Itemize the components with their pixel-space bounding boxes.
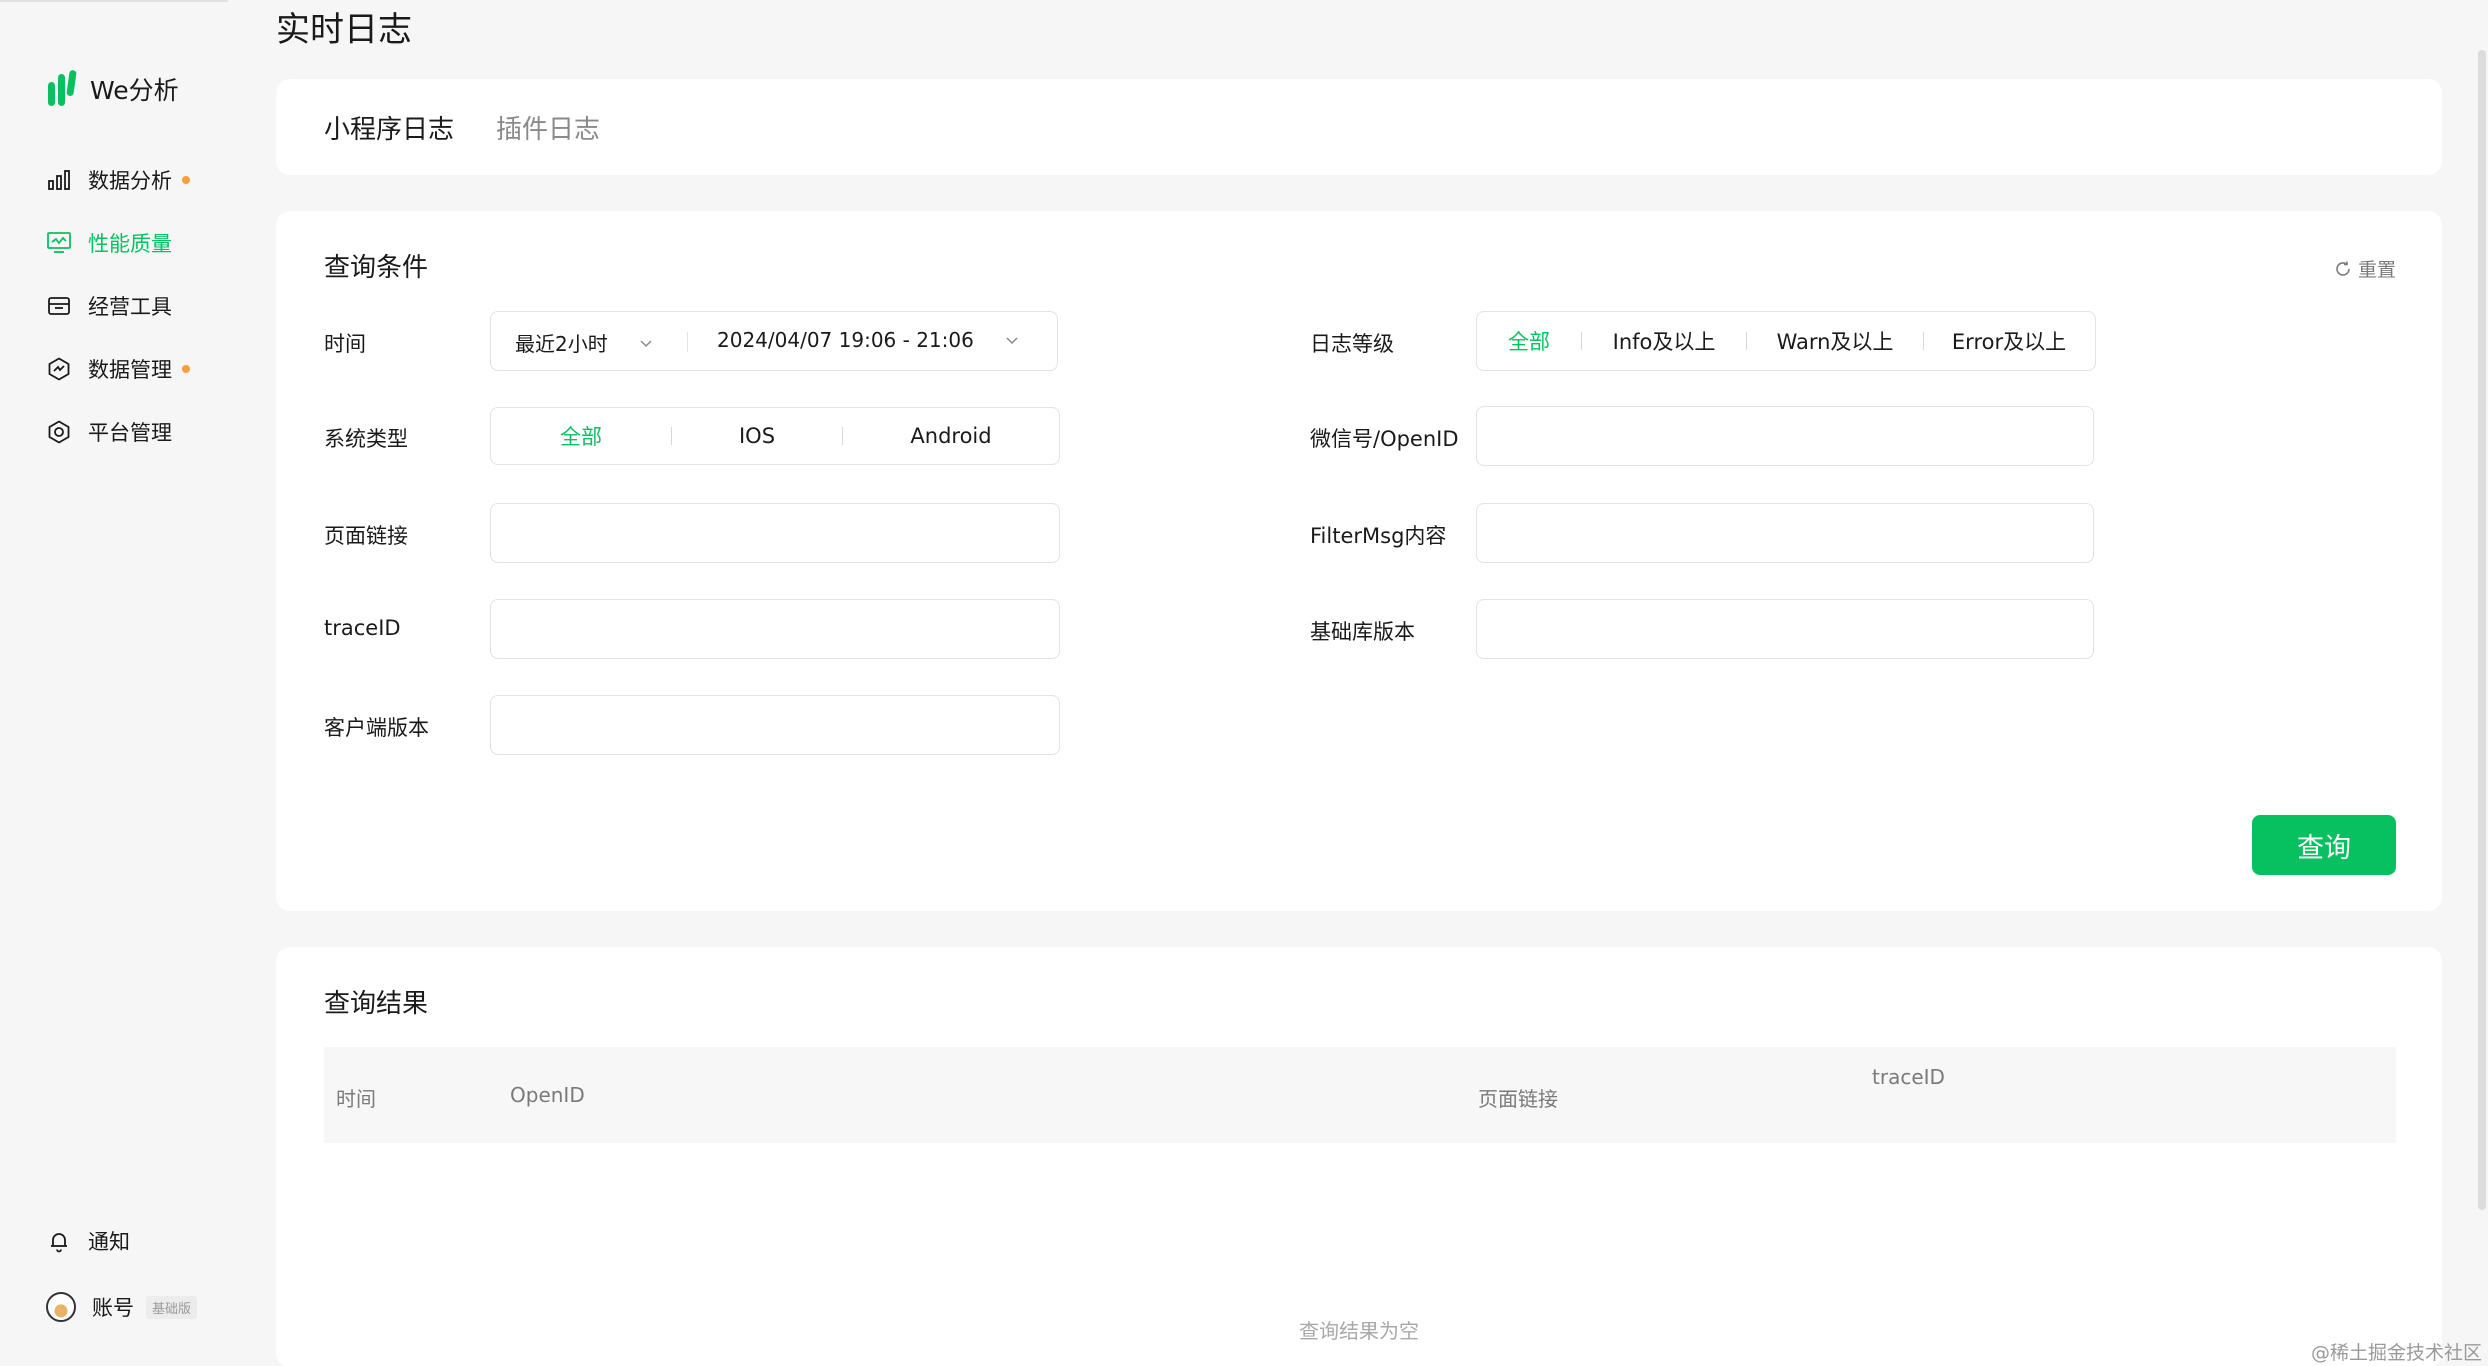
results-table-header: 时间 OpenID 页面链接 traceID xyxy=(324,1047,2396,1143)
client-version-input[interactable] xyxy=(491,696,1059,754)
trace-id-label: traceID xyxy=(324,616,401,640)
refresh-icon xyxy=(2336,261,2350,276)
notification-dot xyxy=(182,364,190,373)
log-level-option-all[interactable]: 全部 xyxy=(1477,326,1581,356)
wechat-openid-field-wrap xyxy=(1476,406,2094,466)
sidebar-item-platform-management[interactable]: 平台管理 xyxy=(46,400,190,463)
page-title: 实时日志 xyxy=(276,10,412,50)
sidebar-item-data-analysis[interactable]: 数据分析 xyxy=(46,148,190,211)
time-picker: 最近2小时 2024/04/07 19:06 - 21:06 xyxy=(490,311,1058,371)
sidebar: We分析 数据分析 性能质量 经营工具 数据管理 平台管理 通知 账号 基础版 xyxy=(0,0,240,1366)
trace-id-field-wrap xyxy=(490,599,1060,659)
wechat-openid-label: 微信号/OpenID xyxy=(1310,427,1459,451)
sidebar-item-business-tools[interactable]: 经营工具 xyxy=(46,274,190,337)
reset-button[interactable]: 重置 xyxy=(2334,255,2396,282)
query-conditions-card: 查询条件 重置 时间 最近2小时 2024/04/07 19:06 - 21:0… xyxy=(276,211,2442,911)
log-level-option-info[interactable]: Info及以上 xyxy=(1582,326,1746,356)
data-hexagon-icon xyxy=(46,356,72,382)
time-range-value: 最近2小时 xyxy=(515,332,608,356)
log-type-tabs: 小程序日志 插件日志 xyxy=(276,79,2442,175)
reset-label: 重置 xyxy=(2357,259,2396,281)
system-option-all[interactable]: 全部 xyxy=(491,421,671,451)
filter-msg-label: FilterMsg内容 xyxy=(1310,524,1447,548)
column-header-openid: OpenID xyxy=(510,1083,585,1107)
column-header-trace-id: traceID xyxy=(1872,1065,1945,1089)
sidebar-item-label: 数据分析 xyxy=(88,168,172,193)
log-level-option-error[interactable]: Error及以上 xyxy=(1924,326,2094,356)
sidebar-item-label: 经营工具 xyxy=(88,294,172,319)
log-level-segmented: 全部 Info及以上 Warn及以上 Error及以上 xyxy=(1476,311,2096,371)
tab-miniprogram-log[interactable]: 小程序日志 xyxy=(324,109,454,146)
column-header-page-link: 页面链接 xyxy=(1478,1087,1558,1111)
monitor-icon xyxy=(46,230,72,256)
sidebar-nav: 数据分析 性能质量 经营工具 数据管理 平台管理 xyxy=(46,148,190,463)
system-option-ios[interactable]: IOS xyxy=(672,424,842,448)
brand-logo[interactable]: We分析 xyxy=(46,70,179,108)
time-label: 时间 xyxy=(324,332,366,356)
chevron-down-icon xyxy=(640,339,652,347)
query-results-title: 查询结果 xyxy=(324,989,429,1019)
system-type-label: 系统类型 xyxy=(324,427,408,451)
brand-name: We分析 xyxy=(90,76,179,105)
bar-chart-icon xyxy=(46,167,72,193)
sidebar-item-label: 通知 xyxy=(88,1230,130,1254)
avatar xyxy=(46,1292,76,1322)
column-header-time: 时间 xyxy=(336,1087,376,1111)
sidebar-divider xyxy=(0,0,228,2)
trace-id-input[interactable] xyxy=(491,600,1059,658)
shop-icon xyxy=(46,293,72,319)
settings-hexagon-icon xyxy=(46,419,72,445)
page-link-field-wrap xyxy=(490,503,1060,563)
sidebar-item-label: 账号 xyxy=(92,1296,134,1320)
query-results-card: 查询结果 时间 OpenID 页面链接 traceID 查询结果为空 xyxy=(276,947,2442,1366)
log-level-label: 日志等级 xyxy=(1310,332,1394,356)
time-range-select[interactable]: 最近2小时 xyxy=(515,328,654,357)
sidebar-item-label: 性能质量 xyxy=(88,231,172,256)
we-analysis-logo-icon xyxy=(48,70,77,106)
account-tier-badge: 基础版 xyxy=(146,1295,198,1319)
sidebar-item-label: 平台管理 xyxy=(88,420,172,445)
wechat-openid-input[interactable] xyxy=(1477,407,2093,465)
client-version-field-wrap xyxy=(490,695,1060,755)
lib-version-label: 基础库版本 xyxy=(1310,620,1415,644)
page-scrollbar[interactable] xyxy=(2478,50,2486,1210)
sidebar-item-performance[interactable]: 性能质量 xyxy=(46,211,190,274)
time-divider xyxy=(687,332,688,352)
filter-msg-field-wrap xyxy=(1476,503,2094,563)
query-conditions-title: 查询条件 xyxy=(324,253,429,283)
filter-msg-input[interactable] xyxy=(1477,504,2093,562)
lib-version-input[interactable] xyxy=(1477,600,2093,658)
bell-icon xyxy=(46,1228,72,1254)
lib-version-field-wrap xyxy=(1476,599,2094,659)
tab-plugin-log[interactable]: 插件日志 xyxy=(496,109,600,146)
query-button[interactable]: 查询 xyxy=(2252,815,2396,875)
notification-dot xyxy=(182,175,190,184)
chevron-down-icon xyxy=(1006,337,1018,345)
log-level-option-warn[interactable]: Warn及以上 xyxy=(1747,326,1923,356)
system-option-android[interactable]: Android xyxy=(843,424,1059,448)
sidebar-item-data-management[interactable]: 数据管理 xyxy=(46,337,190,400)
system-type-segmented: 全部 IOS Android xyxy=(490,407,1060,465)
sidebar-item-account[interactable]: 账号 基础版 xyxy=(46,1274,198,1340)
page-link-input[interactable] xyxy=(491,504,1059,562)
sidebar-bottom: 通知 账号 基础版 xyxy=(46,1208,198,1340)
sidebar-item-label: 数据管理 xyxy=(88,357,172,382)
sidebar-item-notifications[interactable]: 通知 xyxy=(46,1208,197,1274)
date-range-picker[interactable]: 2024/04/07 19:06 - 21:06 xyxy=(717,328,1020,352)
date-range-value: 2024/04/07 19:06 - 21:06 xyxy=(717,328,974,352)
client-version-label: 客户端版本 xyxy=(324,716,429,740)
empty-results-message: 查询结果为空 xyxy=(1299,1319,1419,1343)
page-link-label: 页面链接 xyxy=(324,524,408,548)
watermark: @稀土掘金技术社区 xyxy=(2310,1342,2482,1364)
